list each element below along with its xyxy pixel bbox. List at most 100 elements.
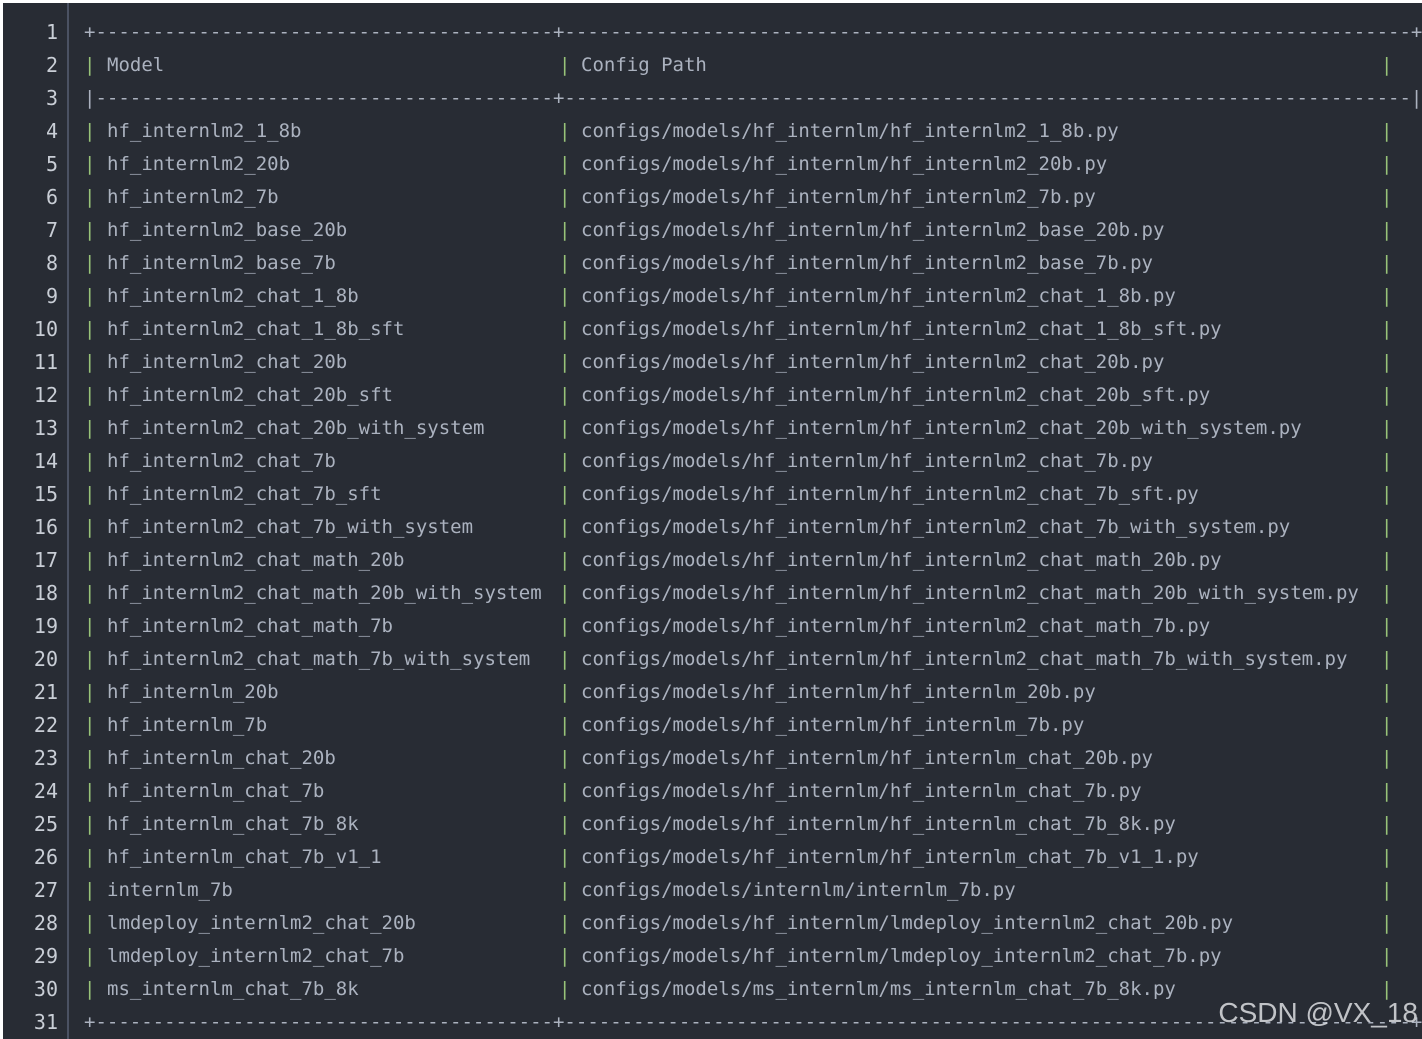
pipe-left: | — [84, 846, 96, 868]
cell-config-path: configs/models/hf_internlm/hf_internlm2_… — [581, 219, 1165, 241]
cell-config-path: configs/models/hf_internlm/hf_internlm_c… — [581, 846, 1199, 868]
line-number: 26 — [33, 845, 58, 869]
cell-model: hf_internlm2_1_8b — [107, 120, 302, 142]
border-text: |---------------------------------------… — [84, 87, 1422, 109]
cell-model: hf_internlm2_chat_math_7b — [107, 615, 393, 637]
line-number: 1 — [45, 20, 58, 44]
line-number: 8 — [45, 251, 58, 275]
pipe-right: | — [1381, 186, 1393, 208]
pipe-left: | — [84, 780, 96, 802]
pipe-left: | — [84, 945, 96, 967]
pipe-middle: | — [559, 945, 571, 967]
pipe-middle: | — [559, 549, 571, 571]
line-number: 28 — [33, 911, 58, 935]
pipe-middle: | — [559, 714, 571, 736]
pipe-middle: | — [559, 384, 571, 406]
pipe-left: | — [84, 54, 96, 76]
line-number: 18 — [33, 581, 58, 605]
cell-model: hf_internlm2_chat_math_7b_with_system — [107, 648, 531, 670]
cell-config-path: configs/models/hf_internlm/lmdeploy_inte… — [581, 912, 1234, 934]
pipe-right: | — [1381, 912, 1393, 934]
cell-config-path: configs/models/hf_internlm/hf_internlm2_… — [581, 615, 1211, 637]
cell-model: hf_internlm2_chat_1_8b_sft — [107, 318, 405, 340]
pipe-left: | — [84, 747, 96, 769]
pipe-right: | — [1381, 153, 1393, 175]
line-number: 9 — [45, 284, 58, 308]
cell-config-path: configs/models/hf_internlm/hf_internlm2_… — [581, 120, 1119, 142]
pipe-left: | — [84, 516, 96, 538]
pipe-right: | — [1381, 54, 1393, 76]
cell-config-path: configs/models/hf_internlm/hf_internlm2_… — [581, 483, 1199, 505]
pipe-left: | — [84, 219, 96, 241]
border-text: +---------------------------------------… — [84, 21, 1422, 43]
cell-model: hf_internlm2_20b — [107, 153, 291, 175]
cell-config-path: configs/models/hf_internlm/hf_internlm2_… — [581, 582, 1359, 604]
line-number: 14 — [33, 449, 58, 473]
pipe-right: | — [1381, 615, 1393, 637]
pipe-left: | — [84, 252, 96, 274]
pipe-right: | — [1381, 318, 1393, 340]
pipe-left: | — [84, 285, 96, 307]
pipe-left: | — [84, 813, 96, 835]
pipe-right: | — [1381, 681, 1393, 703]
cell-config-path: configs/models/hf_internlm/hf_internlm_c… — [581, 747, 1153, 769]
pipe-left: | — [84, 186, 96, 208]
line-number: 25 — [33, 812, 58, 836]
pipe-right: | — [1381, 813, 1393, 835]
pipe-left: | — [84, 648, 96, 670]
line-number: 21 — [33, 680, 58, 704]
cell-model: hf_internlm_chat_20b — [107, 747, 336, 769]
pipe-middle: | — [559, 54, 571, 76]
pipe-middle: | — [559, 615, 571, 637]
pipe-right: | — [1381, 747, 1393, 769]
pipe-left: | — [84, 681, 96, 703]
pipe-right: | — [1381, 780, 1393, 802]
line-number: 10 — [33, 317, 58, 341]
watermark: CSDN @VX_18 — [1218, 997, 1418, 1028]
pipe-right: | — [1381, 582, 1393, 604]
pipe-left: | — [84, 582, 96, 604]
pipe-left: | — [84, 714, 96, 736]
pipe-left: | — [84, 549, 96, 571]
cell-config-path: configs/models/internlm/internlm_7b.py — [581, 879, 1016, 901]
line-number: 2 — [45, 53, 58, 77]
line-number: 11 — [33, 350, 58, 374]
cell-model: hf_internlm_20b — [107, 681, 279, 703]
cell-config-path: configs/models/hf_internlm/hf_internlm_2… — [581, 681, 1096, 703]
pipe-middle: | — [559, 285, 571, 307]
pipe-right: | — [1381, 846, 1393, 868]
line-number: 7 — [45, 218, 58, 242]
pipe-middle: | — [559, 219, 571, 241]
line-number: 27 — [33, 878, 58, 902]
line-number: 6 — [45, 185, 58, 209]
pipe-left: | — [84, 879, 96, 901]
line-number: 24 — [33, 779, 58, 803]
pipe-right: | — [1381, 516, 1393, 538]
cell-model: hf_internlm2_chat_20b — [107, 351, 348, 373]
cell-config-path: configs/models/hf_internlm/hf_internlm2_… — [581, 516, 1291, 538]
cell-config-path: configs/models/hf_internlm/hf_internlm2_… — [581, 252, 1153, 274]
pipe-middle: | — [559, 186, 571, 208]
pipe-right: | — [1381, 417, 1393, 439]
cell-config-path: configs/models/hf_internlm/hf_internlm2_… — [581, 318, 1222, 340]
cell-model: hf_internlm2_chat_20b_with_system — [107, 417, 485, 439]
cell-model: hf_internlm_chat_7b_8k — [107, 813, 359, 835]
pipe-right: | — [1381, 483, 1393, 505]
pipe-left: | — [84, 615, 96, 637]
cell-config-path: configs/models/hf_internlm/hf_internlm2_… — [581, 351, 1165, 373]
cell-config-path: configs/models/hf_internlm/hf_internlm_7… — [581, 714, 1085, 736]
pipe-left: | — [84, 384, 96, 406]
pipe-right: | — [1381, 648, 1393, 670]
line-number-gutter: 1 2 3 4 5 6 7 8 9 10 11 12 13 14 15 16 17 18 19 20 21 22 23 24 2… — [3, 3, 69, 1039]
line-number: 16 — [33, 515, 58, 539]
pipe-left: | — [84, 978, 96, 1000]
pipe-middle: | — [559, 351, 571, 373]
line-number: 12 — [33, 383, 58, 407]
line-number: 3 — [45, 86, 58, 110]
pipe-middle: | — [559, 648, 571, 670]
pipe-right: | — [1381, 879, 1393, 901]
pipe-middle: | — [559, 879, 571, 901]
line-number: 17 — [33, 548, 58, 572]
cell-model: hf_internlm2_chat_1_8b — [107, 285, 359, 307]
pipe-left: | — [84, 153, 96, 175]
